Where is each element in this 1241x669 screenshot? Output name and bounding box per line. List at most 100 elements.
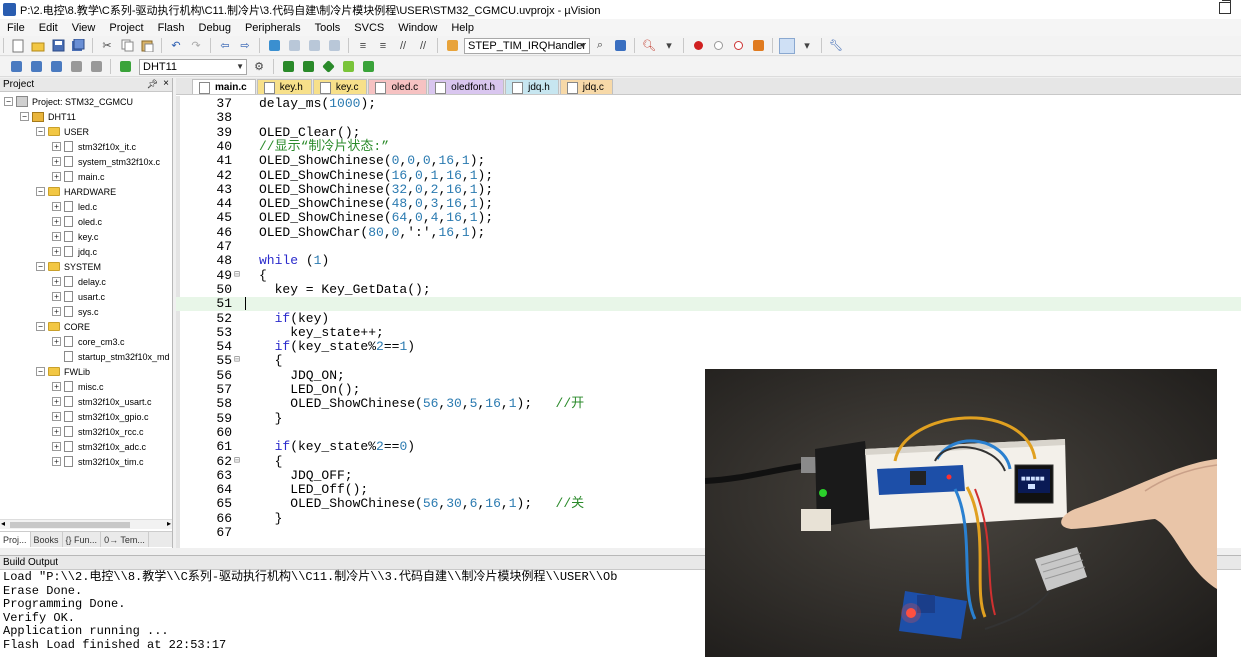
code-line[interactable]: 49 ⊟ { [176, 268, 1241, 283]
code-line[interactable]: 44 OLED_ShowChinese(48,0,3,16,1); [176, 196, 1241, 211]
code-line[interactable]: 45 OLED_ShowChinese(64,0,4,16,1); [176, 211, 1241, 226]
pane-tab[interactable]: {} Fun... [63, 532, 102, 547]
code-line[interactable]: 38 [176, 110, 1241, 125]
code-line[interactable]: 50 key = Key_GetData(); [176, 282, 1241, 297]
manage-icon[interactable] [280, 59, 296, 75]
tree-item[interactable]: + stm32f10x_tim.c [52, 454, 144, 469]
translate-icon[interactable] [8, 59, 24, 75]
code-line[interactable]: 39 OLED_Clear(); [176, 125, 1241, 140]
close-icon[interactable]: × [163, 78, 169, 89]
code-line[interactable]: 40 //显示“制冷片状态:” [176, 139, 1241, 154]
save-icon[interactable] [50, 38, 66, 54]
open-icon[interactable] [30, 38, 46, 54]
tree-item[interactable]: + main.c [52, 169, 105, 184]
tree-item[interactable]: + key.c [52, 229, 98, 244]
tree-item[interactable]: − FWLib [36, 364, 90, 379]
expand-icon[interactable]: + [52, 412, 61, 421]
function-combo[interactable]: STEP_TIM_IRQHandler ▼ [464, 37, 590, 54]
expand-icon[interactable]: + [52, 202, 61, 211]
fold-marker-icon[interactable]: ⊟ [234, 269, 240, 283]
expand-icon[interactable]: + [52, 337, 61, 346]
collapse-icon[interactable]: − [36, 127, 45, 136]
expand-icon[interactable]: + [52, 382, 61, 391]
bookmark-next-icon[interactable] [306, 38, 322, 54]
scroll-right-icon[interactable]: ▸ [167, 519, 171, 528]
window-layout-icon[interactable] [779, 37, 795, 54]
tree-item[interactable]: + oled.c [52, 214, 102, 229]
file-tab[interactable]: main.c [192, 79, 256, 94]
find-options-icon[interactable]: ▾ [661, 38, 677, 54]
bookmark-clear-icon[interactable] [326, 38, 342, 54]
undo-icon[interactable]: ↶ [168, 38, 184, 54]
menu-peripherals[interactable]: Peripherals [238, 22, 308, 34]
code-line[interactable]: 46 OLED_ShowChar(80,0,':',16,1); [176, 225, 1241, 240]
pin-icon[interactable]: 📌︎ [147, 79, 158, 90]
tree-item[interactable]: + sys.c [52, 304, 99, 319]
restore-window-button[interactable] [1219, 0, 1231, 14]
collapse-icon[interactable]: − [36, 262, 45, 271]
uncomment-icon[interactable]: // [415, 38, 431, 54]
code-line[interactable]: 41 OLED_ShowChinese(0,0,0,16,1); [176, 153, 1241, 168]
bookmark-prev-icon[interactable] [286, 38, 302, 54]
collapse-icon[interactable]: − [36, 367, 45, 376]
pane-tab[interactable]: Proj... [0, 532, 31, 547]
breakpoint-disable-icon[interactable] [730, 38, 746, 54]
expand-icon[interactable]: + [52, 427, 61, 436]
expand-icon[interactable]: + [52, 277, 61, 286]
paste-icon[interactable] [139, 38, 155, 54]
bookmark-icon[interactable] [266, 38, 282, 54]
nav-back-icon[interactable]: ⇦ [217, 38, 233, 54]
collapse-icon[interactable]: − [36, 187, 45, 196]
target-combo[interactable]: DHT11 ▼ [139, 58, 247, 75]
code-line[interactable]: 52 if(key) [176, 311, 1241, 326]
code-line[interactable]: 42 OLED_ShowChinese(16,0,1,16,1); [176, 168, 1241, 183]
scroll-left-icon[interactable]: ◂ [1, 519, 5, 528]
tree-item[interactable]: + led.c [52, 199, 97, 214]
menu-tools[interactable]: Tools [308, 22, 348, 34]
tree-item[interactable]: − USER [36, 124, 89, 139]
function-jump-icon[interactable] [444, 38, 460, 54]
code-line[interactable]: 54 if(key_state%2==1) [176, 339, 1241, 354]
code-line[interactable]: 37 delay_ms(1000); [176, 96, 1241, 111]
nav-forward-icon[interactable]: ⇨ [237, 38, 253, 54]
tree-item[interactable]: + core_cm3.c [52, 334, 125, 349]
expand-icon[interactable]: + [52, 457, 61, 466]
tree-item[interactable]: + delay.c [52, 274, 106, 289]
code-line[interactable]: 47 [176, 239, 1241, 254]
tree-item[interactable]: − SYSTEM [36, 259, 101, 274]
scroll-thumb[interactable] [10, 522, 130, 528]
indent-icon[interactable]: ≡ [355, 38, 371, 54]
menu-file[interactable]: File [0, 22, 32, 34]
file-tab[interactable]: oledfont.h [428, 79, 505, 94]
menu-debug[interactable]: Debug [192, 22, 238, 34]
copy-icon[interactable] [119, 38, 135, 54]
collapse-icon[interactable]: − [20, 112, 29, 121]
unindent-icon[interactable]: ≡ [375, 38, 391, 54]
menu-view[interactable]: View [65, 22, 103, 34]
expand-icon[interactable]: + [52, 157, 61, 166]
tools-icon[interactable]: 🔧︎ [828, 38, 844, 54]
expand-icon[interactable]: + [52, 217, 61, 226]
code-line[interactable]: 53 key_state++; [176, 325, 1241, 340]
debug-icon[interactable] [690, 38, 706, 54]
expand-icon[interactable]: + [52, 232, 61, 241]
menu-window[interactable]: Window [391, 22, 444, 34]
redo-icon[interactable]: ↷ [188, 38, 204, 54]
cut-icon[interactable]: ✂ [99, 38, 115, 54]
menu-edit[interactable]: Edit [32, 22, 65, 34]
tree-item[interactable]: + stm32f10x_rcc.c [52, 424, 144, 439]
tree-item[interactable]: − CORE [36, 319, 90, 334]
tree-item[interactable]: + stm32f10x_adc.c [52, 439, 146, 454]
code-line[interactable]: 48 while (1) [176, 253, 1241, 268]
file-tab[interactable]: jdq.h [505, 79, 559, 94]
target-options-icon[interactable] [117, 59, 133, 75]
expand-icon[interactable]: + [52, 307, 61, 316]
window-layout-menu-icon[interactable]: ▾ [799, 38, 815, 54]
code-line[interactable]: 55 ⊟ { [176, 354, 1241, 369]
select-packs-icon[interactable] [300, 59, 316, 75]
code-line[interactable]: 43 OLED_ShowChinese(32,0,2,16,1); [176, 182, 1241, 197]
expand-icon[interactable]: + [52, 247, 61, 256]
tree-item[interactable]: − Project: STM32_CGMCU [4, 94, 133, 109]
tree-item[interactable]: + system_stm32f10x.c [52, 154, 160, 169]
menu-flash[interactable]: Flash [151, 22, 192, 34]
